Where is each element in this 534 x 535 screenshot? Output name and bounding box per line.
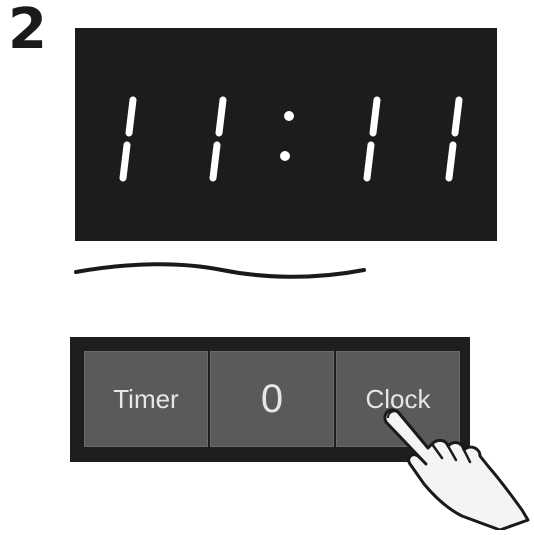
step-number: 2 bbox=[8, 0, 47, 62]
time-digit-1 bbox=[119, 96, 137, 182]
separator-wave bbox=[74, 262, 366, 279]
time-digit-3 bbox=[363, 96, 381, 182]
clock-display bbox=[75, 28, 497, 241]
zero-button[interactable]: 0 bbox=[210, 351, 334, 447]
time-colon bbox=[280, 111, 294, 161]
seven-segment-time bbox=[119, 96, 463, 182]
timer-button[interactable]: Timer bbox=[84, 351, 208, 447]
pointing-hand-icon bbox=[383, 408, 530, 530]
time-digit-2 bbox=[209, 96, 227, 182]
time-digit-4 bbox=[445, 96, 463, 182]
